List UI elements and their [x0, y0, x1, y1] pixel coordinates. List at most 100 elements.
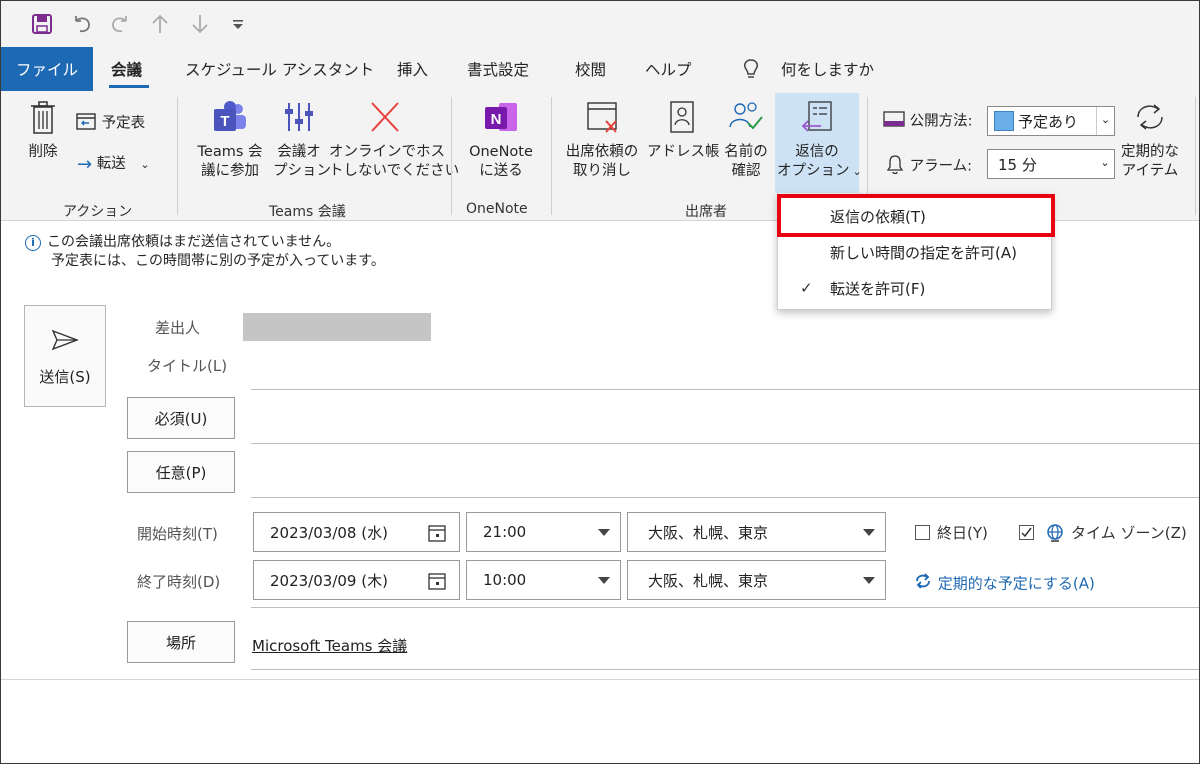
location-button[interactable]: 場所	[127, 621, 235, 663]
title-input[interactable]	[251, 389, 1199, 390]
start-time-select[interactable]: 21:00	[466, 512, 621, 552]
calendar-icon[interactable]	[427, 571, 447, 595]
tab-format[interactable]: 書式設定	[467, 47, 529, 91]
body-divider	[1, 679, 1199, 680]
checkmark-icon: ✓	[800, 279, 813, 297]
chevron-down-icon: ⌄	[1100, 156, 1110, 169]
required-attendees-input[interactable]	[251, 443, 1199, 444]
undo-icon[interactable]	[69, 11, 95, 37]
reminder-label: アラーム:	[885, 153, 972, 181]
address-book-label: アドレス帳	[647, 144, 720, 160]
window-frame: ファイル 会議 スケジュール アシスタント 挿入 書式設定 校閲 ヘルプ 何をし…	[0, 0, 1200, 764]
start-date-field[interactable]: 2023/03/08 (水)	[253, 512, 460, 552]
send-label: 送信(S)	[39, 368, 91, 386]
teams-join-label-1: Teams 会	[197, 144, 263, 160]
group-label-actions: アクション	[63, 204, 133, 220]
menu-item-allow-new-time[interactable]: 新しい時間の指定を許可(A)	[778, 234, 1051, 270]
onenote-button[interactable]: N OneNote に送る	[461, 99, 541, 181]
response-options-label-1: 返信の	[795, 144, 839, 160]
reminder-select[interactable]: 15 分 ⌄	[987, 149, 1115, 179]
check-names-button[interactable]: 名前の 確認	[719, 99, 773, 181]
redo-icon[interactable]	[107, 11, 133, 37]
svg-text:N: N	[491, 111, 502, 128]
recurrence-icon	[1137, 104, 1163, 130]
start-timezone-select[interactable]: 大阪、札幌、東京	[627, 512, 886, 552]
cancel-invitation-icon	[587, 102, 617, 133]
checkmark-icon	[1021, 527, 1032, 538]
address-book-button[interactable]: アドレス帳	[647, 99, 720, 162]
all-day-checkbox[interactable]	[915, 525, 930, 540]
tab-insert[interactable]: 挿入	[397, 47, 428, 91]
show-as-icon	[883, 109, 905, 135]
from-label: 差出人	[155, 319, 201, 337]
send-icon	[25, 328, 105, 356]
show-as-label: 公開方法:	[883, 109, 973, 135]
recurrence-button[interactable]: 定期的な アイテム	[1119, 99, 1181, 181]
make-recurring-link[interactable]: 定期的な予定にする(A)	[913, 571, 1095, 595]
arrow-up-icon[interactable]	[147, 11, 173, 37]
teams-join-button[interactable]: T Teams 会 議に参加	[189, 99, 271, 181]
chevron-down-icon	[598, 529, 610, 536]
save-icon[interactable]	[29, 11, 55, 37]
busy-color-swatch	[994, 111, 1014, 131]
address-book-icon	[670, 101, 694, 133]
group-divider	[451, 97, 452, 215]
meeting-options-button[interactable]: 会議オ プション	[273, 99, 331, 181]
teams-join-label-2: 議に参加	[201, 163, 259, 179]
time-zone-checkbox[interactable]	[1019, 525, 1034, 540]
cancel-request-button[interactable]: 出席依頼の 取り消し	[559, 99, 645, 181]
quick-access-toolbar	[1, 1, 1199, 47]
title-label: タイトル(L)	[147, 357, 228, 375]
recurrence-icon	[913, 571, 933, 595]
info-line-1: この会議出席依頼はまだ送信されていません。	[47, 234, 341, 250]
forward-button[interactable]: → 転送 ⌄	[77, 155, 150, 175]
time-zone-label: タイム ゾーン(Z)	[1071, 524, 1187, 542]
end-timezone-select[interactable]: 大阪、札幌、東京	[627, 560, 886, 600]
end-time-select[interactable]: 10:00	[466, 560, 621, 600]
onenote-label-2: に送る	[479, 163, 523, 179]
group-label-attendees: 出席者	[685, 204, 727, 220]
end-date-field[interactable]: 2023/03/09 (木)	[253, 560, 460, 600]
onenote-label-1: OneNote	[469, 144, 533, 160]
optional-attendees-button[interactable]: 任意(P)	[127, 451, 235, 493]
delete-button[interactable]: 削除	[23, 99, 63, 162]
svg-text:T: T	[220, 113, 229, 130]
globe-icon	[1045, 523, 1065, 547]
onenote-icon: N	[485, 103, 517, 131]
group-divider	[551, 97, 552, 215]
send-button[interactable]: 送信(S)	[24, 305, 106, 407]
chevron-down-icon: ⌄	[140, 158, 150, 171]
arrow-down-icon[interactable]	[187, 11, 213, 37]
tab-help[interactable]: ヘルプ	[645, 47, 692, 91]
tell-me-search[interactable]: 何をしますか	[781, 47, 874, 91]
customize-icon[interactable]	[225, 11, 251, 37]
show-as-select[interactable]: 予定あり ⌄	[987, 106, 1115, 136]
calendar-button[interactable]: 予定表	[75, 111, 145, 137]
all-day-label: 終日(Y)	[937, 524, 988, 542]
chevron-down-icon: ⌄	[852, 165, 862, 178]
optional-attendees-input[interactable]	[251, 497, 1199, 498]
time-section-divider	[251, 607, 1199, 608]
forward-arrow-icon: →	[77, 154, 93, 175]
menu-item-allow-forwarding[interactable]: ✓ 転送を許可(F)	[778, 270, 1051, 306]
teams-icon: T	[214, 101, 246, 131]
end-time-label: 終了時刻(D)	[137, 573, 221, 591]
chevron-down-icon: ⌄	[1096, 107, 1114, 135]
required-attendees-button[interactable]: 必須(U)	[127, 397, 235, 439]
calendar-icon[interactable]	[427, 523, 447, 547]
group-label-teams: Teams 会議	[269, 204, 346, 220]
sender-redacted	[243, 313, 431, 341]
recurrence-label-2: アイテム	[1121, 163, 1179, 179]
location-value[interactable]: Microsoft Teams 会議	[252, 635, 407, 656]
group-divider	[177, 97, 178, 215]
ribbon-tabs: ファイル 会議 スケジュール アシスタント 挿入 書式設定 校閲 ヘルプ 何をし…	[1, 47, 1199, 91]
response-options-button[interactable]: 返信の オプション ⌄	[777, 99, 862, 181]
tab-file[interactable]: ファイル	[1, 47, 93, 91]
cancel-request-label-2: 取り消し	[573, 163, 631, 179]
trash-icon	[31, 101, 55, 134]
online-host-button[interactable]: オンラインでホス トしないでください	[329, 99, 459, 181]
calendar-icon	[75, 111, 97, 137]
bell-icon	[885, 153, 905, 181]
tab-schedule-assistant[interactable]: スケジュール アシスタント	[185, 47, 374, 91]
tab-review[interactable]: 校閲	[575, 47, 606, 91]
